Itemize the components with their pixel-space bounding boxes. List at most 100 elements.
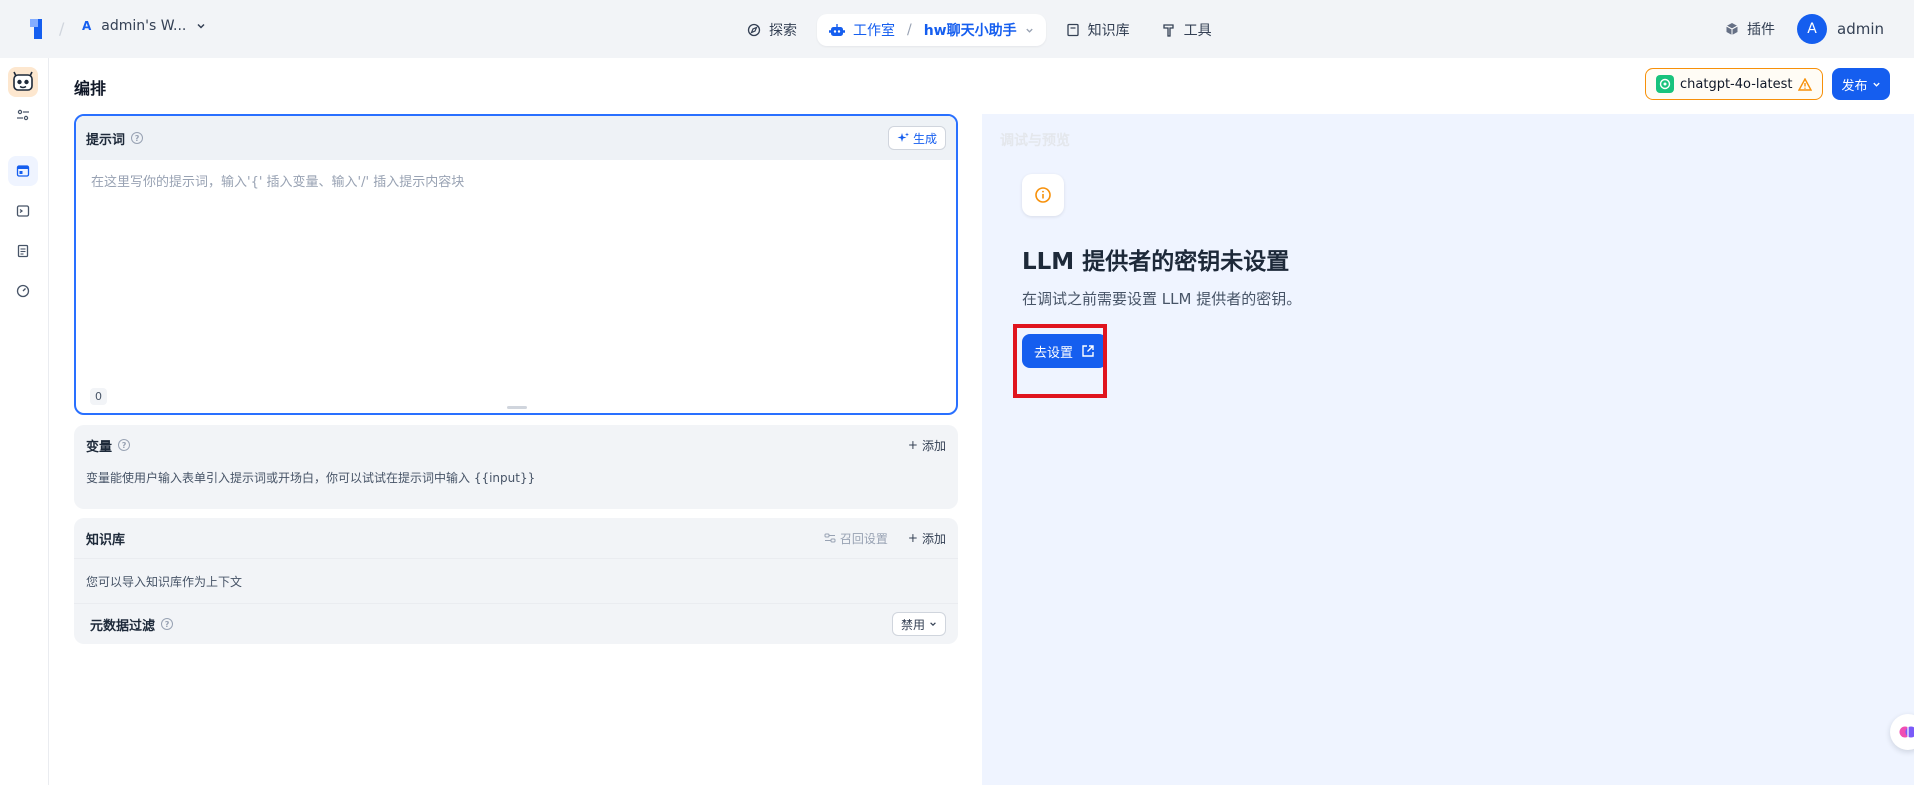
model-selector-button[interactable]: chatgpt-4o-latest xyxy=(1645,68,1824,100)
main-panel: 编排 chatgpt-4o-latest 发布 提示词 ? 生成 在这里写你的提… xyxy=(49,58,1914,785)
top-navigation-bar: / A admin's W... 探索 工作室 / hw聊天小助手 知识库 工具 xyxy=(0,0,1914,58)
plus-icon: + xyxy=(907,438,918,452)
nav-tools-label: 工具 xyxy=(1183,23,1212,39)
add-variable-label: 添加 xyxy=(921,438,946,453)
info-icon-box xyxy=(1022,174,1064,216)
metadata-filter-row: 元数据过滤 ? 禁用 xyxy=(74,604,958,644)
chevron-down-icon xyxy=(1872,82,1880,87)
robot-icon xyxy=(829,24,845,36)
nav-tools[interactable]: 工具 xyxy=(1150,14,1224,46)
add-knowledge-label: 添加 xyxy=(921,531,946,546)
settings-icon xyxy=(824,533,836,543)
chevron-down-icon xyxy=(930,622,936,627)
info-icon xyxy=(1035,187,1051,203)
prompt-label-text: 提示词 xyxy=(86,132,126,148)
variables-header: 变量 ? + 添加 xyxy=(74,425,958,465)
llm-key-warning-title: LLM 提供者的密钥未设置 xyxy=(1022,249,1290,275)
variables-description: 变量能使用户输入表单引入提示词或开场白，你可以试试在提示词中输入 {{input… xyxy=(86,471,536,485)
layout-icon xyxy=(16,165,30,177)
topbar-right: 插件 A admin xyxy=(1725,14,1884,44)
sidebar-item-logs[interactable] xyxy=(8,236,38,266)
help-icon[interactable]: ? xyxy=(131,132,144,144)
add-knowledge-button[interactable]: + 添加 xyxy=(908,530,946,547)
recall-settings-label: 召回设置 xyxy=(839,531,888,546)
page-title: 编排 xyxy=(74,79,107,98)
nav-explore-label: 探索 xyxy=(769,23,797,39)
brain-icon xyxy=(1899,726,1914,738)
current-app-name[interactable]: hw聊天小助手 xyxy=(924,20,1017,40)
publish-button[interactable]: 发布 xyxy=(1832,68,1890,100)
sidebar-item-api[interactable] xyxy=(8,196,38,226)
book-icon xyxy=(1066,23,1079,37)
model-name: chatgpt-4o-latest xyxy=(1680,76,1793,92)
nav-studio[interactable]: 工作室 / hw聊天小助手 xyxy=(817,14,1046,46)
sidebar-item-settings[interactable] xyxy=(8,100,38,130)
cube-icon xyxy=(1726,23,1738,35)
prompt-textarea[interactable]: 在这里写你的提示词，输入'{' 插入变量、输入'/' 插入提示内容块 xyxy=(91,171,464,190)
warning-icon xyxy=(1798,77,1813,91)
knowledge-title: 知识库 xyxy=(86,532,126,548)
knowledge-actions: 召回设置 + 添加 xyxy=(824,530,946,547)
plus-icon: + xyxy=(907,531,918,545)
sliders-icon xyxy=(17,109,29,121)
knowledge-description: 您可以导入知识库作为上下文 xyxy=(86,574,243,589)
generate-button[interactable]: 生成 xyxy=(887,126,946,150)
variables-title: 变量 ? xyxy=(86,436,131,455)
nav-explore[interactable]: 探索 xyxy=(735,14,809,46)
gauge-icon xyxy=(16,284,30,298)
terminal-icon xyxy=(16,205,30,217)
variables-actions: + 添加 xyxy=(908,437,946,454)
prompt-editor: 提示词 ? 生成 在这里写你的提示词，输入'{' 插入变量、输入'/' 插入提示… xyxy=(74,114,958,415)
llm-key-warning-desc: 在调试之前需要设置 LLM 提供者的密钥。 xyxy=(1022,290,1302,308)
chevron-down-icon xyxy=(197,23,205,29)
main-nav: 探索 工作室 / hw聊天小助手 知识库 工具 xyxy=(735,14,1224,46)
plugins-button[interactable]: 插件 xyxy=(1725,19,1775,39)
nav-knowledge-label: 知识库 xyxy=(1087,23,1130,39)
knowledge-header: 知识库 召回设置 + 添加 xyxy=(74,518,958,558)
sparkle-icon xyxy=(897,132,909,142)
metadata-filter-label: 元数据过滤 xyxy=(90,618,156,634)
prompt-header: 提示词 ? 生成 xyxy=(76,116,956,160)
hammer-icon xyxy=(1162,24,1174,37)
recall-settings-button[interactable]: 召回设置 xyxy=(824,530,888,547)
openai-icon xyxy=(1656,75,1674,93)
debug-panel-title: 调试与预览 xyxy=(1000,133,1070,149)
help-icon[interactable]: ? xyxy=(118,439,131,451)
compass-icon xyxy=(747,23,761,37)
generate-label: 生成 xyxy=(912,131,937,146)
resize-handle[interactable] xyxy=(507,406,527,409)
help-icon[interactable]: ? xyxy=(161,618,174,630)
document-icon xyxy=(17,244,29,258)
debug-preview-panel: 调试与预览 LLM 提供者的密钥未设置 在调试之前需要设置 LLM 提供者的密钥… xyxy=(982,114,1914,785)
prompt-label: 提示词 ? xyxy=(86,129,144,148)
app-sidebar xyxy=(0,58,49,785)
add-variable-button[interactable]: + 添加 xyxy=(908,437,946,454)
metadata-filter-value: 禁用 xyxy=(900,617,925,632)
publish-label: 发布 xyxy=(1841,78,1868,94)
avatar: A xyxy=(1797,14,1827,44)
plugins-label: 插件 xyxy=(1747,22,1775,38)
variables-card: 变量 ? + 添加 变量能使用户输入表单引入提示词或开场白，你可以试试在提示词中… xyxy=(74,425,958,509)
variables-title-text: 变量 xyxy=(86,439,113,455)
nav-studio-label: 工作室 xyxy=(853,23,895,39)
nav-knowledge[interactable]: 知识库 xyxy=(1054,14,1142,46)
knowledge-card: 知识库 召回设置 + 添加 您可以导入知识库作为上下文 元数据过滤 ? 禁用 xyxy=(74,518,958,644)
sidebar-item-orchestrate[interactable] xyxy=(8,156,38,186)
user-menu[interactable]: A admin xyxy=(1797,14,1884,44)
nav-separator: / xyxy=(907,22,912,38)
floating-assistant-button[interactable] xyxy=(1890,714,1914,750)
breadcrumb-separator: / xyxy=(59,19,65,38)
workspace-selector[interactable]: A admin's W... xyxy=(82,18,206,34)
app-logo-icon[interactable] xyxy=(28,18,44,40)
app-icon[interactable] xyxy=(8,67,38,97)
prompt-char-count: 0 xyxy=(90,388,107,405)
chevron-down-icon xyxy=(1025,28,1033,33)
metadata-filter-select[interactable]: 禁用 xyxy=(891,612,946,636)
workspace-name: admin's W... xyxy=(101,18,187,34)
sidebar-item-monitoring[interactable] xyxy=(8,276,38,306)
robot-face-icon xyxy=(13,71,33,91)
workspace-avatar: A xyxy=(82,19,92,33)
user-name: admin xyxy=(1837,20,1884,38)
metadata-filter-title: 元数据过滤 ? xyxy=(90,615,174,634)
highlight-box xyxy=(1013,324,1107,398)
